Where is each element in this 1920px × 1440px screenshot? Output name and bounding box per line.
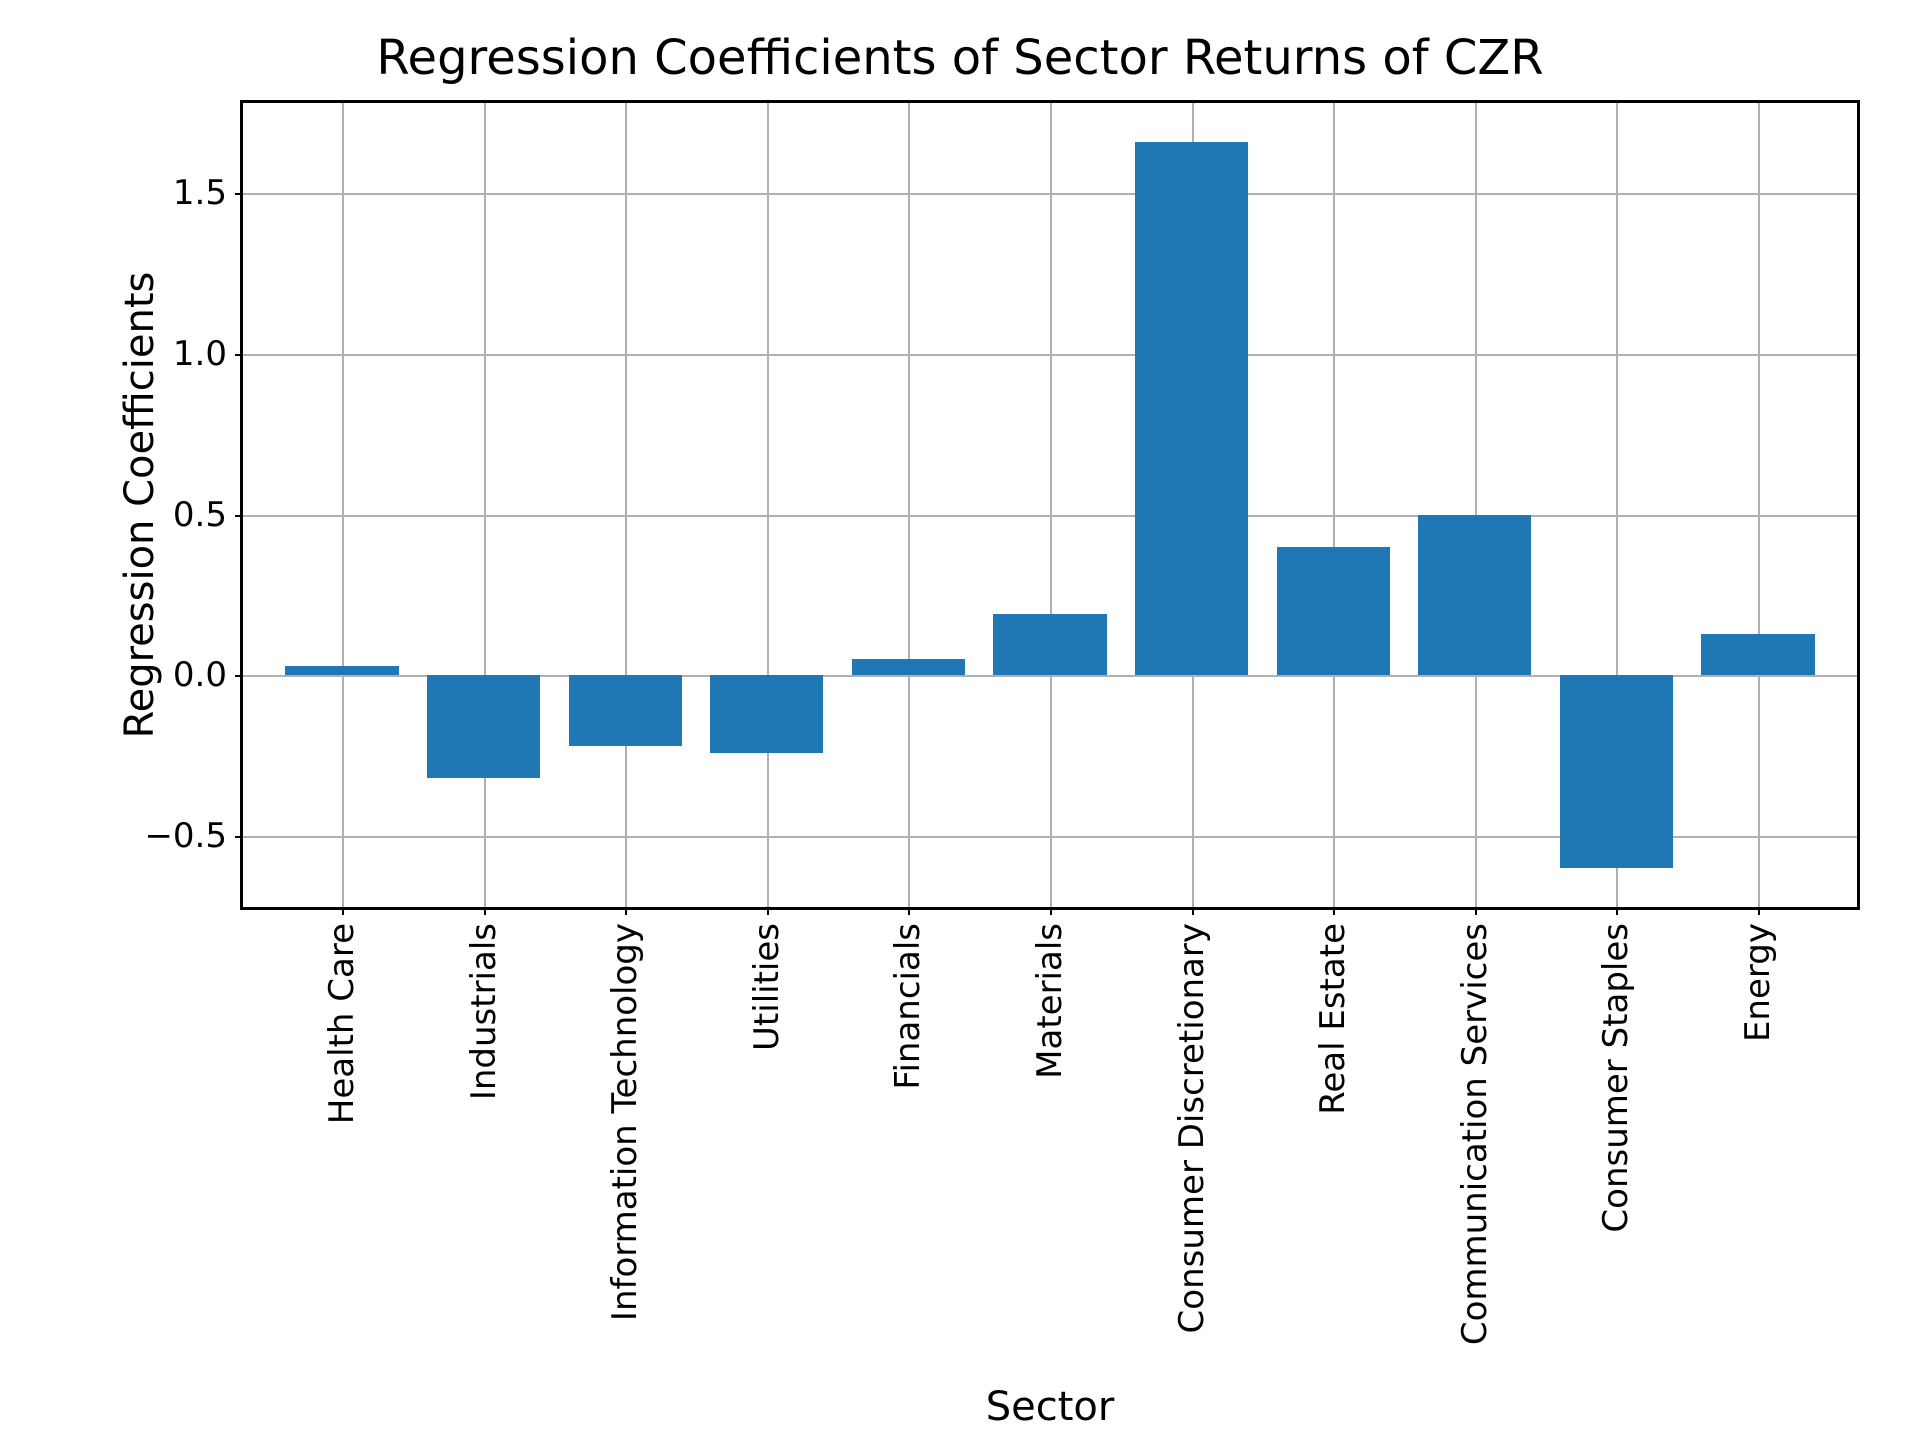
grid-line-v	[484, 103, 486, 907]
x-tick-label: Materials	[1030, 923, 1070, 1079]
bar	[1277, 547, 1390, 676]
x-tick-label: Consumer Discretionary	[1172, 923, 1212, 1333]
bar	[285, 666, 398, 676]
x-tick-mark	[625, 907, 627, 915]
bar	[569, 675, 682, 746]
bar	[1701, 634, 1814, 676]
y-tick-label: 0.0	[87, 655, 227, 695]
x-tick-mark	[1333, 907, 1335, 915]
grid-line-v	[1333, 103, 1335, 907]
x-tick-label: Utilities	[747, 923, 787, 1051]
grid-line-v	[342, 103, 344, 907]
x-tick-label: Real Estate	[1313, 923, 1353, 1115]
x-tick-mark	[1192, 907, 1194, 915]
x-tick-label: Financials	[888, 923, 928, 1090]
plot-area: −0.50.00.51.01.5Health CareIndustrialsIn…	[240, 100, 1860, 910]
grid-line-v	[1758, 103, 1760, 907]
x-tick-mark	[908, 907, 910, 915]
x-tick-label: Health Care	[322, 923, 362, 1124]
y-tick-mark	[235, 193, 243, 195]
y-tick-label: 1.0	[87, 334, 227, 374]
y-tick-label: 0.5	[87, 495, 227, 535]
grid-line-v	[767, 103, 769, 907]
x-tick-label: Industrials	[464, 923, 504, 1100]
grid-line-v	[908, 103, 910, 907]
bar	[427, 675, 540, 778]
x-tick-mark	[767, 907, 769, 915]
y-tick-mark	[235, 354, 243, 356]
x-axis-label: Sector	[240, 1384, 1860, 1430]
grid-line-v	[1050, 103, 1052, 907]
bar	[1135, 142, 1248, 676]
bar	[1418, 515, 1531, 676]
x-tick-mark	[484, 907, 486, 915]
y-tick-mark	[235, 515, 243, 517]
plot-inner	[243, 103, 1857, 907]
x-tick-mark	[1475, 907, 1477, 915]
x-tick-mark	[1758, 907, 1760, 915]
y-tick-label: 1.5	[87, 173, 227, 213]
bar	[710, 675, 823, 752]
bar	[993, 614, 1106, 675]
grid-line-v	[1475, 103, 1477, 907]
chart-container: Regression Coefficients of Sector Return…	[0, 0, 1920, 1440]
x-tick-label: Information Technology	[605, 923, 645, 1321]
x-tick-label: Energy	[1738, 923, 1778, 1042]
grid-line-v	[625, 103, 627, 907]
y-tick-mark	[235, 836, 243, 838]
bar	[1560, 675, 1673, 868]
x-tick-label: Consumer Staples	[1596, 923, 1636, 1233]
x-tick-mark	[1616, 907, 1618, 915]
x-tick-label: Communication Services	[1455, 923, 1495, 1345]
bar	[852, 659, 965, 675]
y-tick-label: −0.5	[87, 816, 227, 856]
chart-title: Regression Coefficients of Sector Return…	[0, 30, 1920, 86]
x-tick-mark	[342, 907, 344, 915]
x-tick-mark	[1050, 907, 1052, 915]
y-tick-mark	[235, 675, 243, 677]
